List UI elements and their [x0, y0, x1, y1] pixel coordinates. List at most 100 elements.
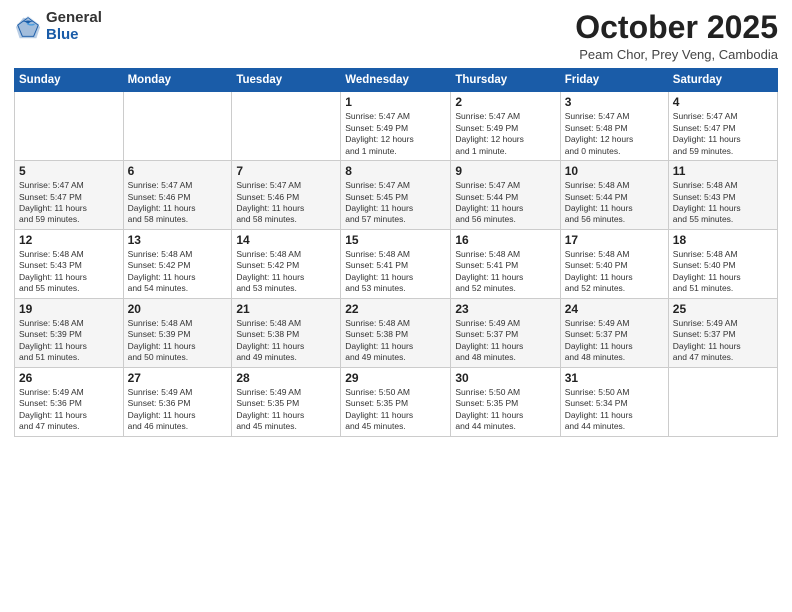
- day-info: Sunrise: 5:48 AM Sunset: 5:44 PM Dayligh…: [565, 180, 664, 226]
- calendar-cell: 31Sunrise: 5:50 AM Sunset: 5:34 PM Dayli…: [560, 367, 668, 436]
- day-info: Sunrise: 5:47 AM Sunset: 5:49 PM Dayligh…: [455, 111, 555, 157]
- day-number: 25: [673, 302, 773, 316]
- location-subtitle: Peam Chor, Prey Veng, Cambodia: [575, 47, 778, 62]
- calendar-week-row: 26 Sunrise: 5:49 AM Sunset: 5:36 PM Dayli…: [15, 367, 778, 436]
- logo-blue-text: Blue: [46, 27, 102, 44]
- day-number: 5: [19, 164, 119, 178]
- day-info: Sunrise: 5:47 AM Sunset: 5:46 PM Dayligh…: [128, 180, 228, 226]
- calendar-table: SundayMondayTuesdayWednesdayThursdayFrid…: [14, 68, 778, 436]
- day-number: 30: [455, 371, 555, 385]
- day-of-week-header: Thursday: [451, 69, 560, 92]
- day-number: 10: [565, 164, 664, 178]
- day-info: Sunrise: 5:48 AM Sunset: 5:38 PM Dayligh…: [236, 318, 336, 364]
- calendar-week-row: 1Sunrise: 5:47 AM Sunset: 5:49 PM Daylig…: [15, 92, 778, 161]
- day-info: Sunrise: 5:47 AM Sunset: 5:46 PM Dayligh…: [236, 180, 336, 226]
- day-info: Sunrise: 5:50 AM Sunset: 5:35 PM Dayligh…: [345, 387, 446, 433]
- day-info: Sunrise: 5:48 AM Sunset: 5:39 PM Dayligh…: [19, 318, 119, 364]
- calendar-cell: [668, 367, 777, 436]
- calendar-cell: 15Sunrise: 5:48 AM Sunset: 5:41 PM Dayli…: [341, 229, 451, 298]
- day-number: 13: [128, 233, 228, 247]
- day-number: 16: [455, 233, 555, 247]
- day-number: 28: [236, 371, 336, 385]
- day-info: Sunrise: 5:50 AM Sunset: 5:35 PM Dayligh…: [455, 387, 555, 433]
- calendar-cell: 28 Sunrise: 5:49 AM Sunset: 5:35 PM Dayli…: [232, 367, 341, 436]
- day-number: 12: [19, 233, 119, 247]
- day-info: Sunrise: 5:48 AM Sunset: 5:40 PM Dayligh…: [565, 249, 664, 295]
- day-number: 3: [565, 95, 664, 109]
- day-of-week-header: Wednesday: [341, 69, 451, 92]
- day-number: 19: [19, 302, 119, 316]
- calendar-cell: 30 Sunrise: 5:50 AM Sunset: 5:35 PM Dayli…: [451, 367, 560, 436]
- page: General Blue October 2025 Peam Chor, Pre…: [0, 0, 792, 612]
- day-info: Sunrise: 5:48 AM Sunset: 5:40 PM Dayligh…: [673, 249, 773, 295]
- logo-general-text: General: [46, 10, 102, 27]
- day-info: Sunrise: 5:48 AM Sunset: 5:42 PM Dayligh…: [236, 249, 336, 295]
- day-info: Sunrise: 5:48 AM Sunset: 5:41 PM Dayligh…: [345, 249, 446, 295]
- calendar-cell: 11 Sunrise: 5:48 AM Sunset: 5:43 PM Dayli…: [668, 161, 777, 230]
- logo-text: General Blue: [46, 10, 102, 43]
- calendar-cell: 20 Sunrise: 5:48 AM Sunset: 5:39 PM Dayli…: [123, 298, 232, 367]
- day-number: 2: [455, 95, 555, 109]
- day-number: 21: [236, 302, 336, 316]
- day-of-week-header: Tuesday: [232, 69, 341, 92]
- day-number: 24: [565, 302, 664, 316]
- calendar-cell: 16Sunrise: 5:48 AM Sunset: 5:41 PM Dayli…: [451, 229, 560, 298]
- day-number: 23: [455, 302, 555, 316]
- day-number: 18: [673, 233, 773, 247]
- calendar-cell: 10 Sunrise: 5:48 AM Sunset: 5:44 PM Dayli…: [560, 161, 668, 230]
- day-number: 31: [565, 371, 664, 385]
- day-info: Sunrise: 5:48 AM Sunset: 5:43 PM Dayligh…: [19, 249, 119, 295]
- calendar-cell: 27Sunrise: 5:49 AM Sunset: 5:36 PM Dayli…: [123, 367, 232, 436]
- day-number: 22: [345, 302, 446, 316]
- calendar-cell: 12 Sunrise: 5:48 AM Sunset: 5:43 PM Dayli…: [15, 229, 124, 298]
- calendar-cell: [232, 92, 341, 161]
- day-number: 4: [673, 95, 773, 109]
- title-block: October 2025 Peam Chor, Prey Veng, Cambo…: [575, 10, 778, 62]
- day-of-week-header: Monday: [123, 69, 232, 92]
- day-number: 11: [673, 164, 773, 178]
- calendar-header-row: SundayMondayTuesdayWednesdayThursdayFrid…: [15, 69, 778, 92]
- calendar-cell: [15, 92, 124, 161]
- day-of-week-header: Sunday: [15, 69, 124, 92]
- day-info: Sunrise: 5:47 AM Sunset: 5:45 PM Dayligh…: [345, 180, 446, 226]
- calendar-week-row: 5 Sunrise: 5:47 AM Sunset: 5:47 PM Daylig…: [15, 161, 778, 230]
- calendar-cell: 29 Sunrise: 5:50 AM Sunset: 5:35 PM Dayli…: [341, 367, 451, 436]
- day-info: Sunrise: 5:47 AM Sunset: 5:47 PM Dayligh…: [673, 111, 773, 157]
- day-number: 9: [455, 164, 555, 178]
- calendar-cell: 1Sunrise: 5:47 AM Sunset: 5:49 PM Daylig…: [341, 92, 451, 161]
- calendar-cell: 4 Sunrise: 5:47 AM Sunset: 5:47 PM Daylig…: [668, 92, 777, 161]
- calendar-cell: 19 Sunrise: 5:48 AM Sunset: 5:39 PM Dayli…: [15, 298, 124, 367]
- calendar-cell: 18 Sunrise: 5:48 AM Sunset: 5:40 PM Dayli…: [668, 229, 777, 298]
- day-number: 26: [19, 371, 119, 385]
- calendar-cell: 14 Sunrise: 5:48 AM Sunset: 5:42 PM Dayli…: [232, 229, 341, 298]
- calendar-cell: 7Sunrise: 5:47 AM Sunset: 5:46 PM Daylig…: [232, 161, 341, 230]
- calendar-cell: 9 Sunrise: 5:47 AM Sunset: 5:44 PM Daylig…: [451, 161, 560, 230]
- calendar-week-row: 19 Sunrise: 5:48 AM Sunset: 5:39 PM Dayli…: [15, 298, 778, 367]
- day-info: Sunrise: 5:49 AM Sunset: 5:35 PM Dayligh…: [236, 387, 336, 433]
- day-info: Sunrise: 5:49 AM Sunset: 5:37 PM Dayligh…: [455, 318, 555, 364]
- day-number: 14: [236, 233, 336, 247]
- day-info: Sunrise: 5:47 AM Sunset: 5:48 PM Dayligh…: [565, 111, 664, 157]
- day-number: 27: [128, 371, 228, 385]
- day-info: Sunrise: 5:47 AM Sunset: 5:44 PM Dayligh…: [455, 180, 555, 226]
- day-info: Sunrise: 5:48 AM Sunset: 5:43 PM Dayligh…: [673, 180, 773, 226]
- day-number: 8: [345, 164, 446, 178]
- calendar-cell: 22 Sunrise: 5:48 AM Sunset: 5:38 PM Dayli…: [341, 298, 451, 367]
- day-number: 20: [128, 302, 228, 316]
- day-info: Sunrise: 5:49 AM Sunset: 5:36 PM Dayligh…: [19, 387, 119, 433]
- day-info: Sunrise: 5:47 AM Sunset: 5:49 PM Dayligh…: [345, 111, 446, 157]
- calendar-cell: 5 Sunrise: 5:47 AM Sunset: 5:47 PM Daylig…: [15, 161, 124, 230]
- day-info: Sunrise: 5:47 AM Sunset: 5:47 PM Dayligh…: [19, 180, 119, 226]
- day-info: Sunrise: 5:48 AM Sunset: 5:39 PM Dayligh…: [128, 318, 228, 364]
- day-info: Sunrise: 5:49 AM Sunset: 5:37 PM Dayligh…: [673, 318, 773, 364]
- logo: General Blue: [14, 10, 102, 43]
- calendar-cell: 6Sunrise: 5:47 AM Sunset: 5:46 PM Daylig…: [123, 161, 232, 230]
- day-info: Sunrise: 5:48 AM Sunset: 5:42 PM Dayligh…: [128, 249, 228, 295]
- calendar-week-row: 12 Sunrise: 5:48 AM Sunset: 5:43 PM Dayli…: [15, 229, 778, 298]
- month-title: October 2025: [575, 10, 778, 45]
- calendar-cell: 8 Sunrise: 5:47 AM Sunset: 5:45 PM Daylig…: [341, 161, 451, 230]
- day-number: 29: [345, 371, 446, 385]
- calendar-cell: 2 Sunrise: 5:47 AM Sunset: 5:49 PM Daylig…: [451, 92, 560, 161]
- day-info: Sunrise: 5:48 AM Sunset: 5:38 PM Dayligh…: [345, 318, 446, 364]
- calendar-cell: 17Sunrise: 5:48 AM Sunset: 5:40 PM Dayli…: [560, 229, 668, 298]
